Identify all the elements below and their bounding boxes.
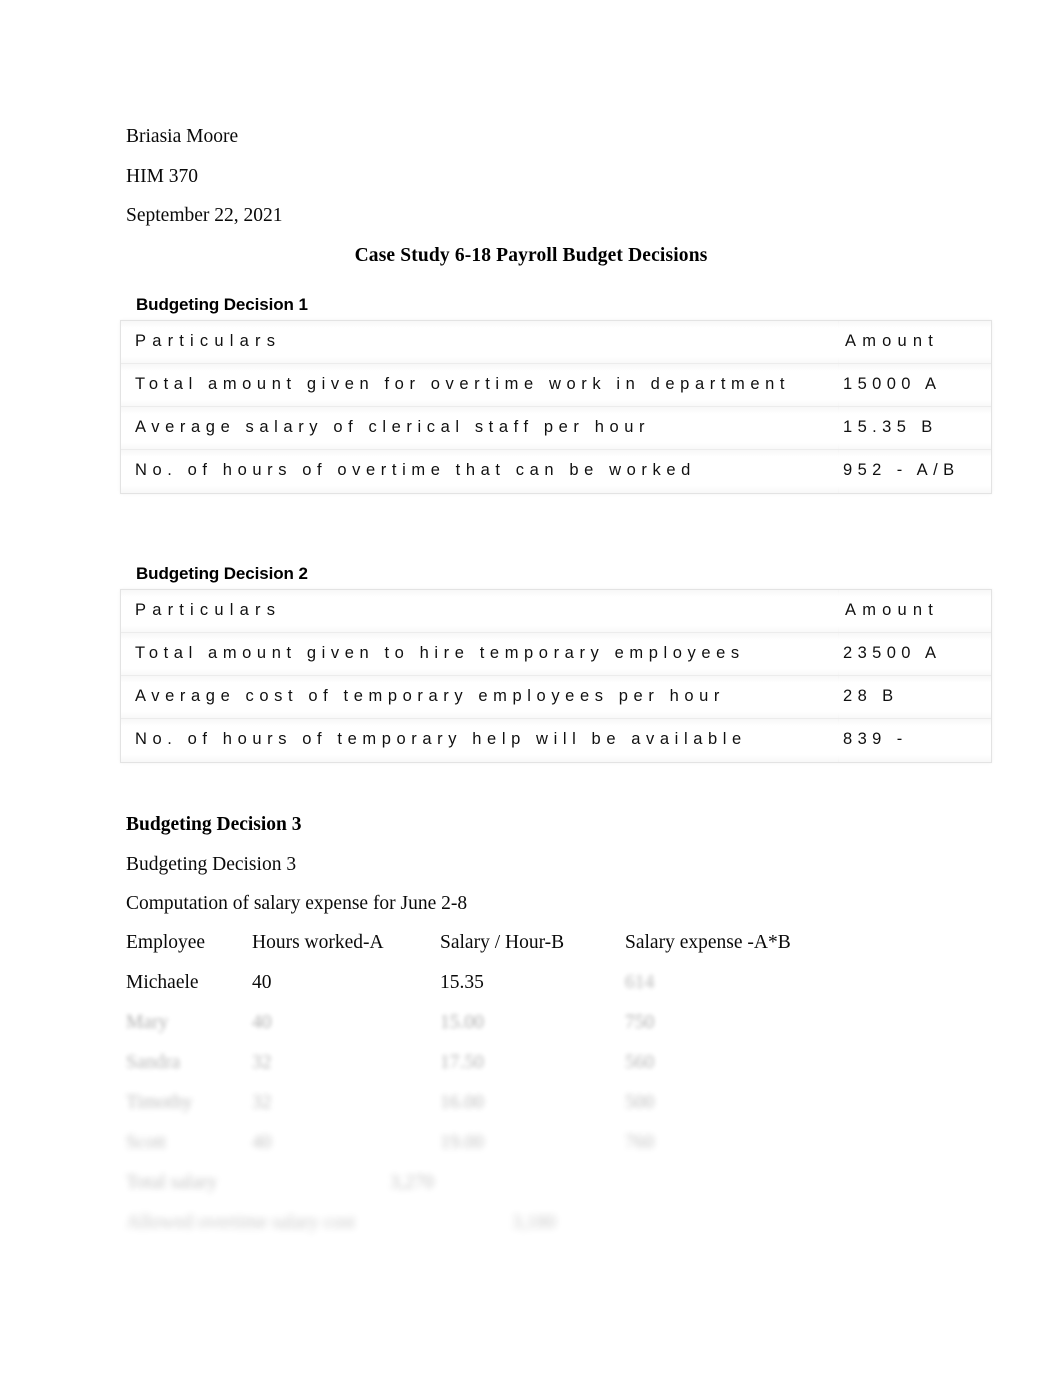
decision-2-table: Particulars Amount Total amount given to…: [120, 589, 992, 763]
table-row: No. of hours of overtime that can be wor…: [121, 450, 991, 493]
column-header-hours: Hours worked-A: [252, 932, 384, 953]
table-row: Total amount given to hire temporary emp…: [121, 633, 991, 676]
cell-expense: 760: [625, 1132, 655, 1153]
cell-hours: 40: [252, 1132, 272, 1153]
cell-expense: 750: [625, 1012, 655, 1033]
table-row: Total amount given for overtime work in …: [121, 364, 991, 407]
row-amount: 23500 A: [843, 644, 942, 662]
total-salary-label: Total salary: [126, 1172, 218, 1193]
cell-expense: 560: [625, 1052, 655, 1073]
table-row: No. of hours of temporary help will be a…: [121, 719, 991, 762]
row-particulars: Average cost of temporary employees per …: [135, 687, 726, 705]
cell-rate: 17.50: [440, 1052, 484, 1073]
decision-3-caption: Computation of salary expense for June 2…: [126, 893, 468, 914]
allowed-overtime-row: Allowed overtime salary cost 3,180: [0, 1213, 1062, 1239]
table-row: Michaele 40 15.35 614: [0, 973, 1062, 999]
course-line: HIM 370: [126, 166, 199, 187]
cell-employee: Michaele: [126, 972, 199, 993]
table-row: Average cost of temporary employees per …: [121, 676, 991, 719]
column-header-expense: Salary expense -A*B: [625, 932, 791, 953]
decision-1-table: Particulars Amount Total amount given fo…: [120, 320, 992, 494]
column-header-employee: Employee: [126, 932, 206, 953]
cell-expense: 614: [625, 972, 655, 993]
row-particulars: No. of hours of overtime that can be wor…: [135, 461, 696, 479]
row-particulars: Average salary of clerical staff per hou…: [135, 418, 651, 436]
column-header-particulars: Particulars: [135, 601, 282, 619]
cell-rate: 15.35: [440, 972, 484, 993]
row-amount: 15000 A: [843, 375, 942, 393]
column-header-particulars: Particulars: [135, 332, 282, 350]
cell-hours: 32: [252, 1052, 272, 1073]
cell-employee: Scott: [126, 1132, 167, 1153]
decision-3-header-row: Employee Hours worked-A Salary / Hour-B …: [0, 933, 1062, 959]
document-page: Briasia Moore HIM 370 September 22, 2021…: [0, 0, 1062, 1377]
page-title: Case Study 6-18 Payroll Budget Decisions: [354, 245, 708, 266]
author-line: Briasia Moore: [126, 126, 239, 147]
row-amount: 28 B: [843, 687, 899, 705]
cell-employee: Mary: [126, 1012, 169, 1033]
cell-employee: Timothy: [126, 1092, 193, 1113]
decision-2-heading: Budgeting Decision 2: [136, 564, 308, 583]
column-header-amount: Amount: [845, 332, 940, 350]
row-particulars: Total amount given for overtime work in …: [135, 375, 791, 393]
table-row: Sandra 32 17.50 560: [0, 1053, 1062, 1079]
decision-3-heading: Budgeting Decision 3: [126, 814, 302, 835]
row-particulars: No. of hours of temporary help will be a…: [135, 730, 747, 748]
table-row: Scott 40 19.00 760: [0, 1133, 1062, 1159]
cell-rate: 16.00: [440, 1092, 484, 1113]
table-row: Timothy 32 16.00 500: [0, 1093, 1062, 1119]
cell-hours: 40: [252, 972, 272, 993]
cell-hours: 32: [252, 1092, 272, 1113]
decision-1-heading: Budgeting Decision 1: [136, 295, 308, 314]
allowed-overtime-label: Allowed overtime salary cost: [126, 1212, 356, 1233]
row-amount: 839 -: [843, 730, 908, 748]
allowed-overtime-value: 3,180: [512, 1212, 556, 1233]
decision-3-subheading: Budgeting Decision 3: [126, 854, 297, 875]
table-header-row: Particulars Amount: [121, 321, 991, 364]
column-header-rate: Salary / Hour-B: [440, 932, 565, 953]
table-row: Average salary of clerical staff per hou…: [121, 407, 991, 450]
row-amount: 952 - A/B: [843, 461, 960, 479]
cell-rate: 15.00: [440, 1012, 484, 1033]
cell-hours: 40: [252, 1012, 272, 1033]
total-salary-value: 3,270: [390, 1172, 434, 1193]
row-amount: 15.35 B: [843, 418, 938, 436]
table-row: Mary 40 15.00 750: [0, 1013, 1062, 1039]
date-line: September 22, 2021: [126, 205, 283, 226]
cell-employee: Sandra: [126, 1052, 181, 1073]
total-salary-row: Total salary 3,270: [0, 1173, 1062, 1199]
cell-rate: 19.00: [440, 1132, 484, 1153]
cell-expense: 500: [625, 1092, 655, 1113]
column-header-amount: Amount: [845, 601, 940, 619]
row-particulars: Total amount given to hire temporary emp…: [135, 644, 745, 662]
table-header-row: Particulars Amount: [121, 590, 991, 633]
